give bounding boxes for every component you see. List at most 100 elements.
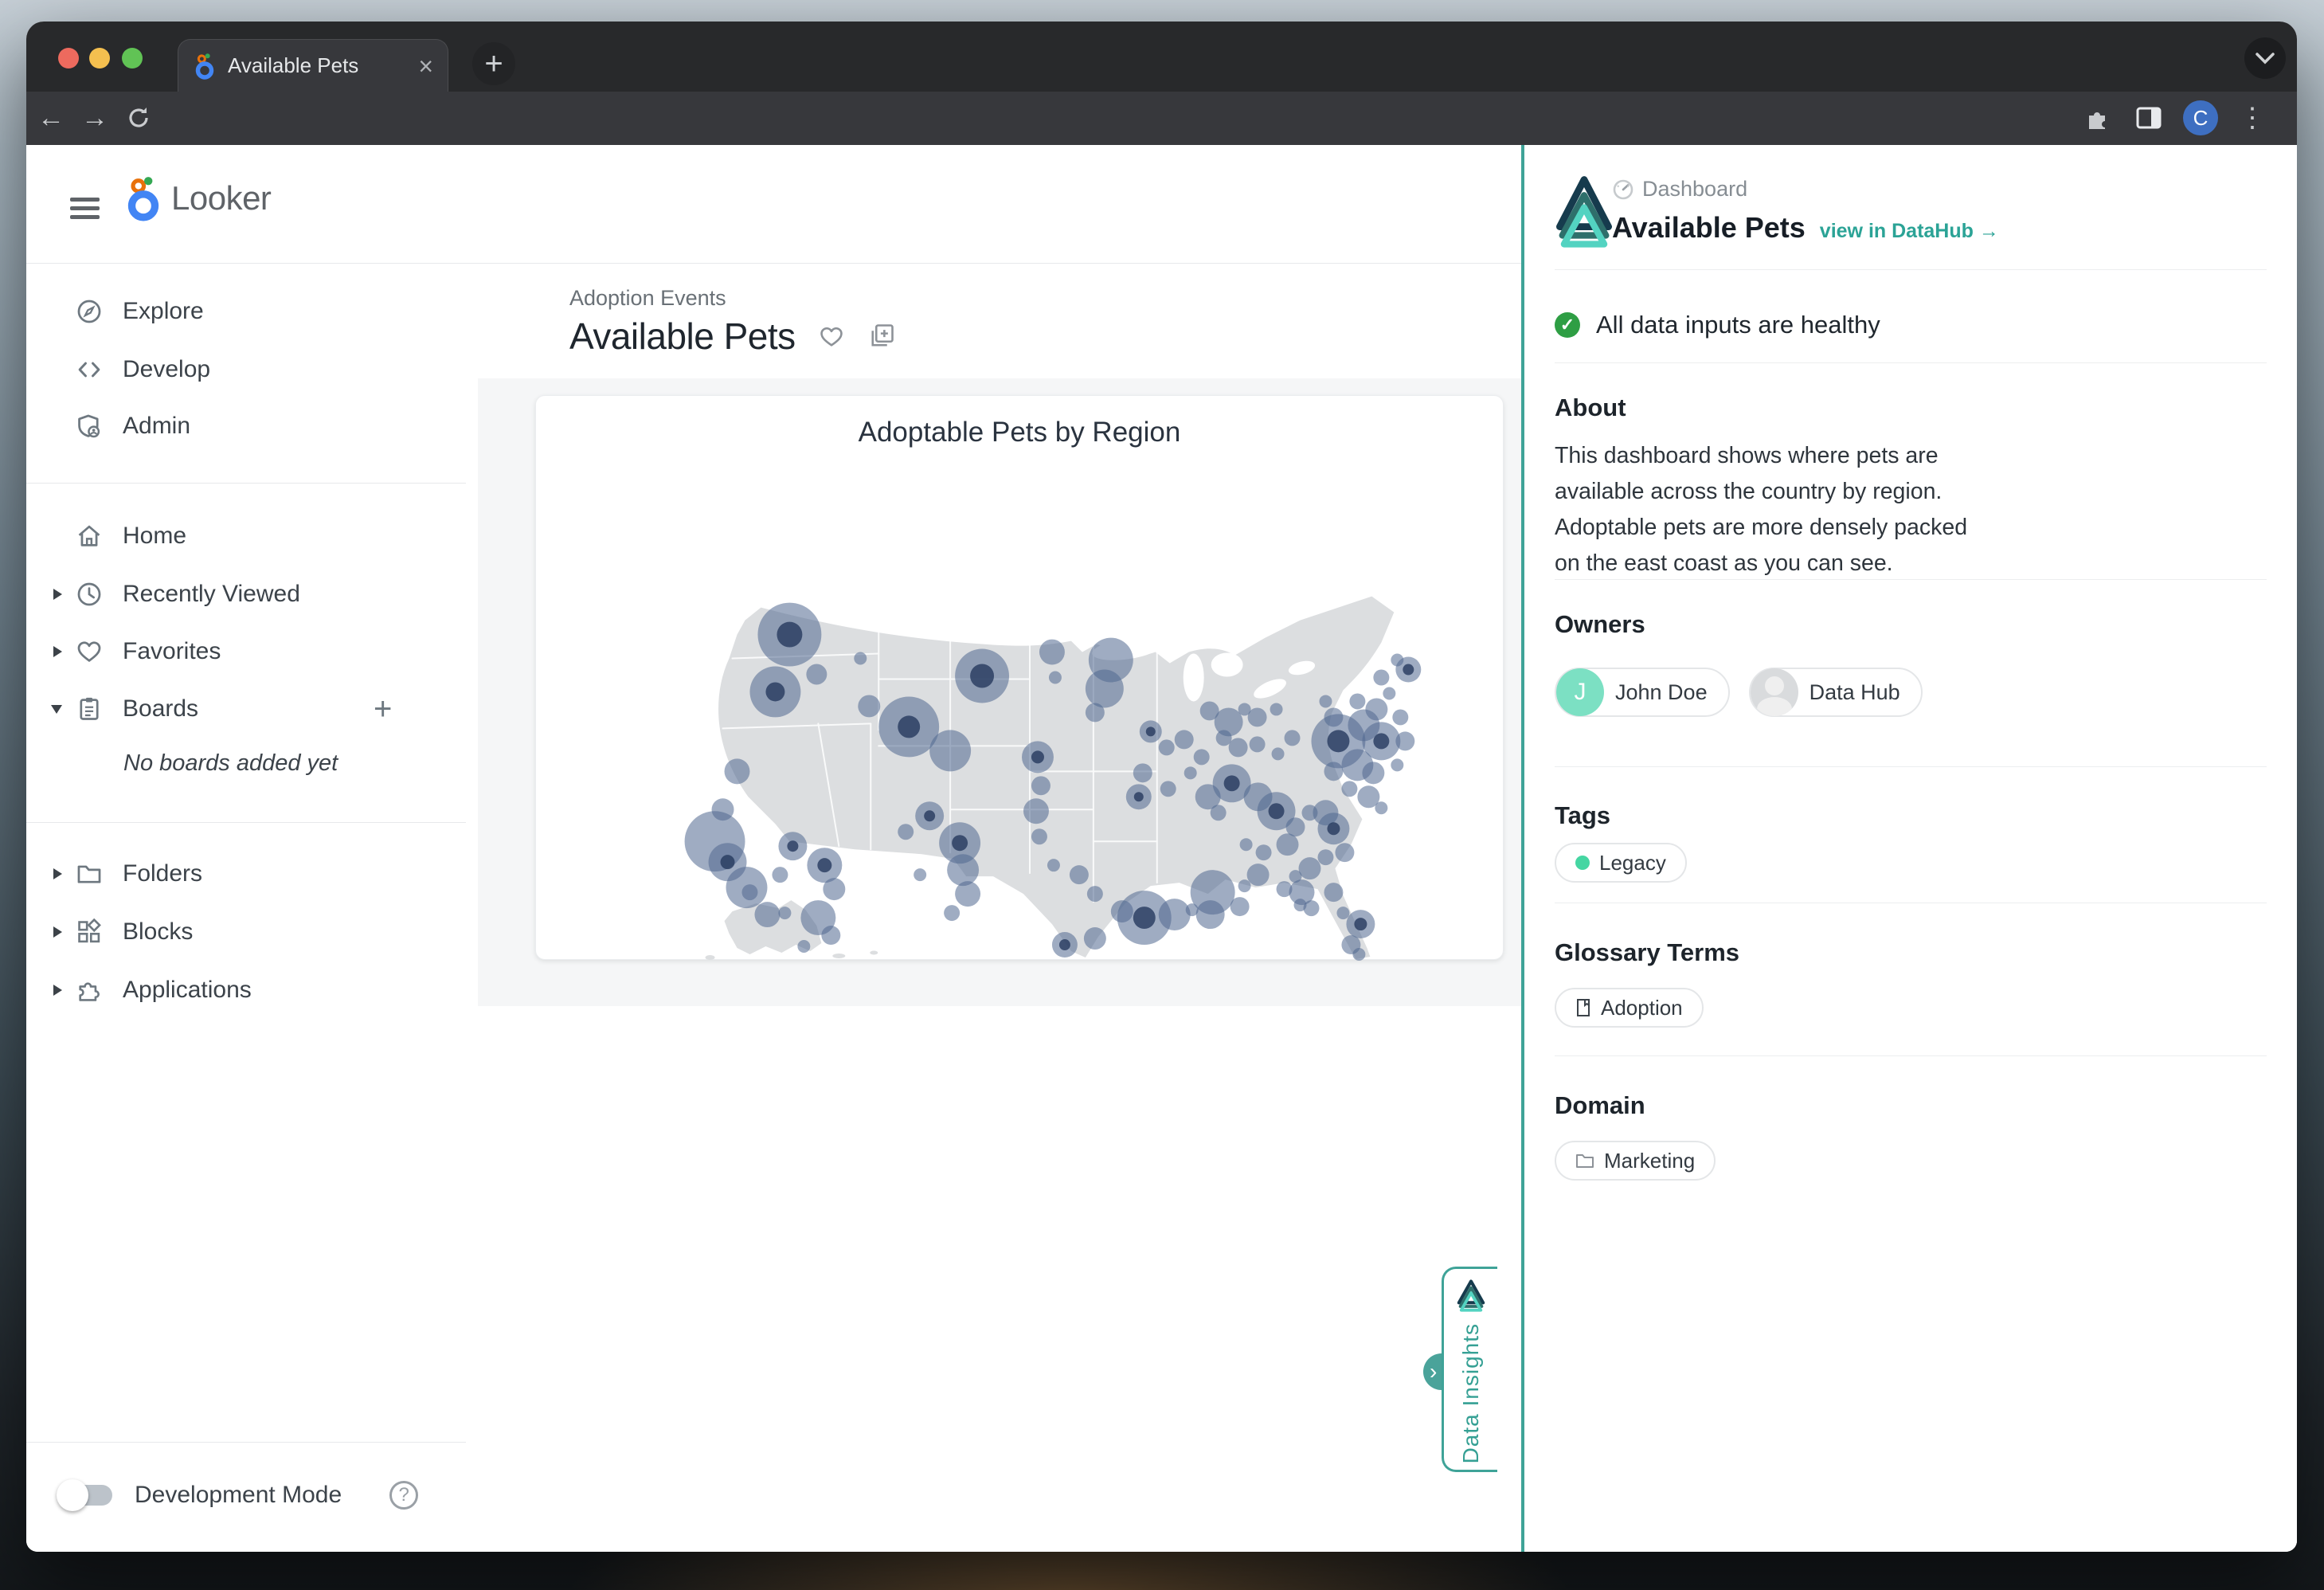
data-insights-tab[interactable]: Data Insights	[1442, 1267, 1497, 1472]
map-tile-card[interactable]: Adoptable Pets by Region	[535, 395, 1504, 960]
folder-icon	[72, 860, 107, 887]
back-button[interactable]: ←	[33, 98, 69, 138]
datahub-panel: Dashboard Available Pets view in DataHub…	[1524, 145, 2297, 1552]
chevron-right-icon: ›	[1430, 1359, 1437, 1384]
sidebar-item-blocks[interactable]: Blocks	[26, 903, 466, 961]
tag-chip[interactable]: Legacy	[1555, 843, 1687, 883]
folder-icon	[1575, 1153, 1594, 1169]
breadcrumb[interactable]: Adoption Events	[569, 286, 726, 311]
looker-wordmark: Looker	[171, 179, 271, 217]
dashboard-gauge-icon	[1612, 178, 1634, 201]
glossary-list: Adoption	[1555, 988, 1704, 1028]
macos-zoom-button[interactable]	[122, 48, 143, 69]
chart-title: Adoptable Pets by Region	[536, 417, 1503, 448]
collapse-caret-icon[interactable]	[51, 705, 62, 714]
glossary-term-chip[interactable]: Adoption	[1555, 988, 1704, 1028]
blocks-icon	[72, 918, 107, 946]
about-heading: About	[1555, 394, 1626, 422]
sidebar-item-admin[interactable]: Admin	[26, 398, 466, 455]
puzzle-icon	[72, 977, 107, 1004]
dashboard-title-row: Available Pets	[569, 315, 896, 358]
owner-pill[interactable]: Data Hub	[1749, 668, 1923, 717]
tab-title: Available Pets	[228, 53, 407, 78]
panel-divider-line	[1521, 145, 1524, 1552]
clock-icon	[72, 581, 107, 608]
glossary-heading: Glossary Terms	[1555, 938, 1739, 967]
page-title: Available Pets	[569, 315, 796, 358]
expand-caret-icon[interactable]	[53, 589, 62, 600]
add-to-board-icon[interactable]	[867, 322, 896, 351]
sidebar-item-recently-viewed[interactable]: Recently Viewed	[26, 566, 466, 623]
hamburger-menu-icon[interactable]	[70, 198, 100, 219]
looker-favicon	[193, 53, 217, 80]
tab-close-icon[interactable]: ×	[418, 53, 433, 79]
macos-minimize-button[interactable]	[89, 48, 110, 69]
health-check-icon: ✓	[1555, 312, 1580, 338]
sidebar-divider	[26, 483, 466, 484]
sidebar-item-folders[interactable]: Folders	[26, 845, 466, 903]
datahub-logo-icon	[1456, 1279, 1486, 1312]
expand-caret-icon[interactable]	[53, 985, 62, 996]
domain-chip[interactable]: Marketing	[1555, 1141, 1716, 1181]
sidebar-item-home[interactable]: Home	[26, 507, 466, 565]
expand-caret-icon[interactable]	[53, 646, 62, 657]
expand-caret-icon[interactable]	[53, 926, 62, 938]
extensions-puzzle-icon[interactable]	[2079, 98, 2115, 138]
browser-toolbar: ← → acryl.cloud.looker.com/dashboards/13…	[26, 92, 2297, 145]
looker-logo-icon	[123, 175, 163, 221]
development-mode-label: Development Mode	[135, 1482, 342, 1509]
domain-list: Marketing	[1555, 1141, 1716, 1181]
development-mode-row: Development Mode ?	[26, 1467, 466, 1524]
about-text: This dashboard shows where pets are avai…	[1555, 438, 1972, 582]
header-divider	[26, 263, 1523, 264]
bookmark-icon	[1575, 998, 1591, 1017]
sidebar-item-applications[interactable]: Applications	[26, 961, 466, 1019]
heart-icon	[72, 638, 107, 665]
panel-divider	[1555, 1055, 2267, 1056]
panel-divider	[1555, 766, 2267, 767]
avatar	[1751, 668, 1798, 716]
clipboard-icon	[72, 695, 107, 723]
looker-logo: Looker	[123, 175, 271, 221]
forward-button[interactable]: →	[76, 98, 113, 138]
expand-caret-icon[interactable]	[53, 868, 62, 879]
code-icon	[72, 356, 107, 383]
sidebar-item-explore[interactable]: Explore	[26, 283, 466, 340]
panel-divider	[1555, 579, 2267, 580]
browser-tab-strip: Available Pets × +	[26, 22, 2297, 92]
boards-empty-message: No boards added yet	[123, 750, 458, 777]
favorite-heart-icon[interactable]	[818, 323, 845, 349]
shield-person-icon	[72, 413, 107, 440]
window-chevron-button[interactable]	[2244, 37, 2286, 79]
side-panel-icon[interactable]	[2130, 98, 2167, 138]
datahub-logo	[1556, 172, 1612, 252]
add-board-button[interactable]: +	[374, 691, 392, 727]
chevron-down-icon	[2255, 52, 2275, 65]
view-in-datahub-link[interactable]: view in DataHub →	[1820, 220, 1999, 243]
help-icon[interactable]: ?	[389, 1481, 418, 1510]
tag-color-dot	[1575, 856, 1590, 870]
profile-avatar[interactable]: C	[2182, 98, 2219, 138]
panel-divider	[1555, 362, 2267, 363]
owner-pill[interactable]: J John Doe	[1555, 668, 1730, 717]
sidebar-item-favorites[interactable]: Favorites	[26, 623, 466, 680]
insights-tab-label: Data Insights	[1458, 1323, 1484, 1463]
browser-window: Available Pets × + ← → acryl.cloud.looke…	[26, 22, 2297, 1552]
sidebar-item-develop[interactable]: Develop	[26, 341, 466, 398]
reload-button[interactable]	[120, 98, 157, 138]
macos-close-button[interactable]	[58, 48, 79, 69]
home-icon	[72, 523, 107, 550]
sidebar-divider	[26, 1442, 466, 1443]
entity-type-label: Dashboard	[1642, 177, 1747, 202]
browser-menu-kebab-icon[interactable]: ⋮	[2234, 98, 2271, 138]
panel-divider	[1555, 269, 2267, 270]
browser-tab[interactable]: Available Pets ×	[178, 39, 448, 92]
us-bubble-map	[536, 396, 1504, 961]
new-tab-button[interactable]: +	[472, 42, 515, 85]
tags-list: Legacy	[1555, 843, 1687, 883]
sidebar-divider	[26, 822, 466, 823]
sidebar-item-boards[interactable]: Boards +	[26, 680, 466, 738]
development-mode-toggle[interactable]	[60, 1485, 112, 1506]
tags-heading: Tags	[1555, 801, 1610, 830]
entity-header: Dashboard Available Pets view in DataHub…	[1612, 177, 1999, 245]
